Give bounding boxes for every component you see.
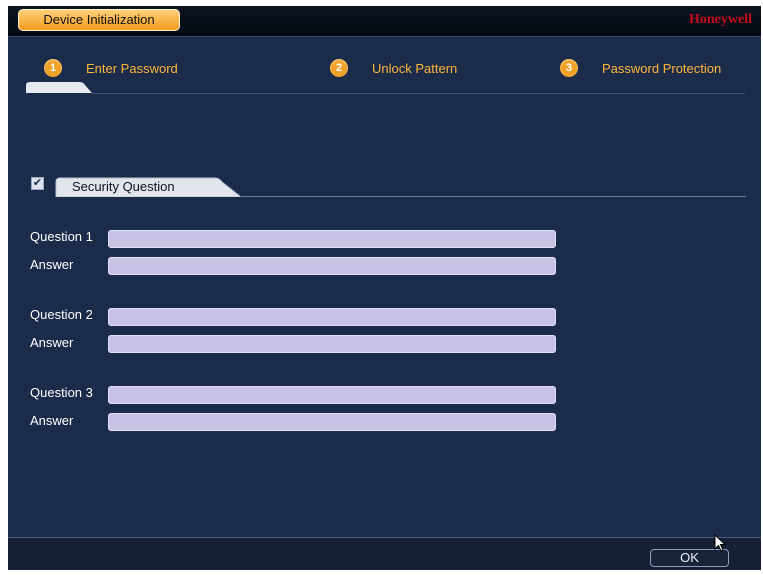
steps-divider: [92, 93, 745, 94]
question-1-field[interactable]: [108, 230, 556, 248]
section-divider: [240, 196, 746, 197]
answer-3-label: Answer: [30, 413, 74, 428]
step-enter-password[interactable]: 1 Enter Password: [44, 58, 178, 78]
footer-bar: [8, 537, 761, 570]
brand-logo: Honeywell: [689, 12, 752, 27]
answer-3-field[interactable]: [108, 413, 556, 431]
answer-1-label: Answer: [30, 257, 74, 272]
step-number-badge: 3: [560, 59, 578, 77]
step-password-protection[interactable]: 3 Password Protection: [560, 58, 721, 78]
title-bar: Device Initialization Honeywell: [8, 6, 761, 37]
question-3-field[interactable]: [108, 386, 556, 404]
step-label: Password Protection: [602, 60, 722, 76]
active-step-indicator: [26, 82, 92, 93]
step-number-badge: 1: [44, 59, 62, 77]
answer-2-field[interactable]: [108, 335, 556, 353]
device-initialization-window: Device Initialization Honeywell 1 Enter …: [8, 6, 761, 570]
step-number-badge: 2: [330, 59, 348, 77]
mouse-pointer-icon: [714, 534, 726, 552]
answer-2-label: Answer: [30, 335, 74, 350]
step-label: Unlock Pattern: [372, 60, 458, 76]
question-1-label: Question 1: [30, 229, 93, 244]
security-question-label: Security Question: [72, 179, 175, 194]
security-question-checkbox[interactable]: ✔: [31, 177, 44, 190]
step-label: Enter Password: [86, 60, 178, 76]
answer-1-field[interactable]: [108, 257, 556, 275]
question-2-label: Question 2: [30, 307, 93, 322]
question-3-label: Question 3: [30, 385, 93, 400]
window-title-tab: Device Initialization: [18, 9, 180, 31]
question-2-field[interactable]: [108, 308, 556, 326]
step-unlock-pattern[interactable]: 2 Unlock Pattern: [330, 58, 457, 78]
